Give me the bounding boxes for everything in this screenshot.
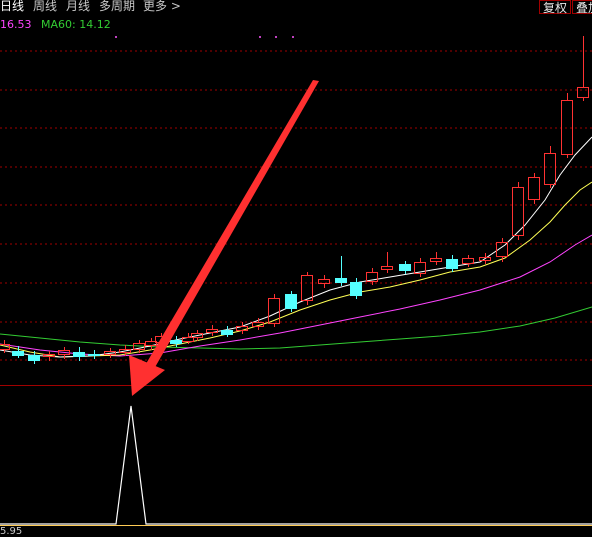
candle-body [88,354,100,356]
marker-dot [115,36,117,38]
candle-body [381,266,393,270]
candle-body [430,258,442,262]
down-candle [350,278,362,299]
marker-dot [259,36,261,38]
candles [0,36,589,364]
ma60-line [0,306,592,350]
up-candle [318,275,330,288]
up-candle [414,258,426,277]
down-candle [399,261,411,274]
up-candle [366,268,378,285]
candle-body [285,294,297,309]
candle-body [301,275,313,301]
candle-body [206,329,218,333]
up-candle [577,36,589,101]
candle-body [462,258,474,264]
marker-dot [292,36,294,38]
down-candle [73,347,85,361]
arrow-head [129,355,165,396]
down-candle [285,291,297,312]
candle-body [528,177,540,200]
candle-body [577,87,589,98]
up-candle [430,252,442,265]
ma-short-line [0,136,592,358]
down-candle [88,350,100,359]
candle-body [350,282,362,296]
candle-body [544,153,556,185]
kline-chart[interactable] [0,0,592,536]
candle-body [73,352,85,357]
up-candle [381,252,393,273]
ma-mid-line [0,181,592,358]
indicator-panel [0,405,592,525]
indicator-line [0,405,592,525]
candle-body [335,278,347,283]
up-candle [528,173,540,204]
candle-body [12,351,24,356]
candle-body [221,330,233,335]
up-candle [236,322,248,334]
moving-averages [0,136,592,358]
up-candle [561,93,573,158]
marker-dot [275,36,277,38]
candle-body [28,355,40,361]
down-candle [446,255,458,272]
up-candle [206,325,218,336]
up-candle [145,338,157,350]
up-candle [462,255,474,267]
candle-body [268,298,280,324]
candle-body [170,340,182,344]
price-grid [0,50,592,526]
candle-body [399,264,411,271]
candle-body [446,259,458,269]
marker-dots [115,36,294,38]
up-candle [301,272,313,305]
down-candle [335,256,347,286]
